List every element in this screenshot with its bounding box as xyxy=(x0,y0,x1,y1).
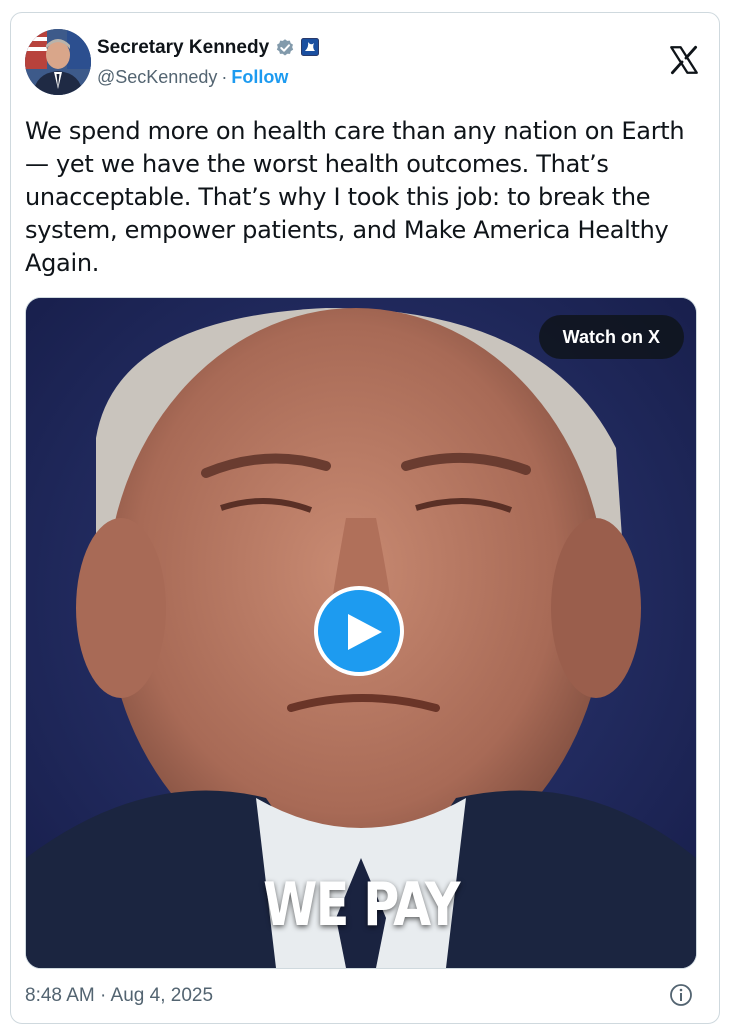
tweet-header: Secretary Kennedy @SecKennedy · Follow xyxy=(25,29,705,99)
handle-separator: · xyxy=(221,67,228,87)
x-logo-icon[interactable] xyxy=(667,43,701,77)
info-icon[interactable] xyxy=(669,983,693,1007)
watch-on-x-button[interactable]: Watch on X xyxy=(538,315,684,359)
video-player[interactable]: Watch on X WE PAY xyxy=(25,297,697,969)
affiliate-badge-icon[interactable] xyxy=(301,38,321,58)
tweet-timestamp[interactable]: 8:48 AM · Aug 4, 2025 xyxy=(25,985,213,1007)
verified-badge-icon xyxy=(275,38,295,58)
author-display-name[interactable]: Secretary Kennedy xyxy=(97,37,269,59)
author-handle[interactable]: @SecKennedy xyxy=(97,67,217,88)
tweet-card[interactable]: Secretary Kennedy @SecKennedy · Follow W… xyxy=(10,12,720,1024)
play-icon xyxy=(348,614,382,650)
video-caption: WE PAY xyxy=(263,870,460,940)
tweet-text: We spend more on health care than any na… xyxy=(25,117,685,277)
avatar[interactable] xyxy=(25,29,91,95)
play-button[interactable] xyxy=(314,586,404,676)
follow-button[interactable]: Follow xyxy=(231,67,288,88)
author-info: Secretary Kennedy @SecKennedy · Follow xyxy=(97,35,321,88)
